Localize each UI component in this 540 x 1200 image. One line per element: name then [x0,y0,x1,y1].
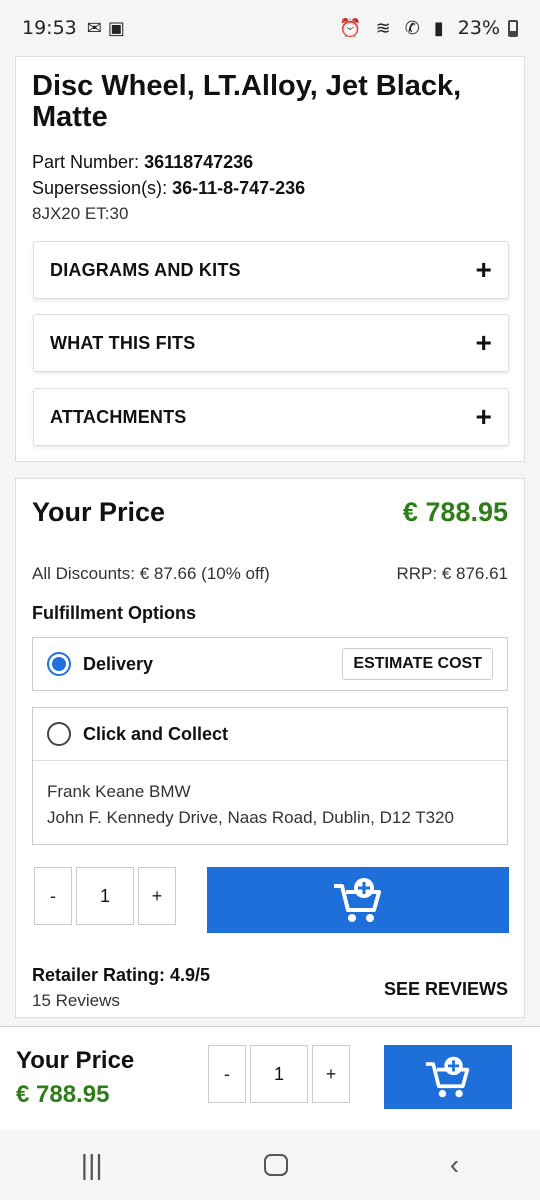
back-icon[interactable]: ‹ [450,1149,459,1181]
sticky-price-value: € 788.95 [16,1081,110,1108]
your-price-heading: Your Price [32,497,166,527]
estimate-cost-button[interactable]: ESTIMATE COST [342,648,493,680]
price-value: € 788.95 [402,497,508,527]
product-title: Disc Wheel, LT.Alloy, Jet Black, Matte [32,70,462,133]
delivery-label: Delivery [83,653,154,674]
retailer-rating: Retailer Rating: 4.9/5 [32,965,211,985]
part-number-label: Part Number [32,152,135,172]
plus-icon: + [475,254,492,285]
product-card: Disc Wheel, LT.Alloy, Jet Black, Matte P… [15,56,525,462]
sticky-quantity-stepper: - 1 + [208,1045,350,1103]
see-reviews-link[interactable]: SEE REVIEWS [384,979,508,1000]
dealer-info: Frank Keane BMW John F. Kennedy Drive, N… [33,760,507,844]
add-to-cart-icon [425,1056,470,1098]
battery-icon [508,19,518,37]
accordion-attachments[interactable]: ATTACHMENTS + [33,388,509,446]
signal-icon: ▮ [433,17,444,39]
reviews-count: 15 Reviews [32,991,120,1010]
sticky-increase-button[interactable]: + [312,1045,350,1103]
fulfillment-heading: Fulfillment Options [32,603,196,623]
accordion-what-this-fits[interactable]: WHAT THIS FITS + [33,314,509,372]
quantity-stepper: - 1 + [34,867,176,925]
dealer-name: Frank Keane BMW [47,782,191,801]
sticky-add-to-cart-button[interactable] [384,1045,512,1109]
click-collect-option[interactable]: Click and Collect Frank Keane BMW John F… [32,707,508,845]
wifi-icon: ≋ [375,17,391,39]
call-icon: ✆ [404,17,420,39]
recent-apps-icon[interactable]: ||| [81,1149,103,1181]
home-icon[interactable] [264,1154,289,1176]
battery-percent: 23% [457,17,500,39]
rrp-text: RRP: € 876.61 [396,564,508,583]
product-spec: 8JX20 ET:30 [32,204,129,223]
gallery-icon: ▣ [107,17,125,39]
add-to-cart-icon [334,878,381,922]
quantity-input[interactable]: 1 [76,867,134,925]
dealer-address: John F. Kennedy Drive, Naas Road, Dublin… [47,808,454,827]
price-card: Your Price € 788.95 All Discounts: € 87.… [15,478,525,1018]
delivery-option[interactable]: Delivery ESTIMATE COST [32,637,508,691]
decrease-quantity-button[interactable]: - [34,867,72,925]
plus-icon: + [475,401,492,432]
status-time: 19:53 [22,17,77,39]
increase-quantity-button[interactable]: + [138,867,176,925]
accordion-label: ATTACHMENTS [50,406,187,427]
add-to-cart-button[interactable] [207,867,509,933]
supersession-label: Supersession(s) [32,178,163,198]
accordion-label: DIAGRAMS AND KITS [50,259,241,280]
accordion-label: WHAT THIS FITS [50,332,196,353]
status-bar: 19:53 ✉ ▣ ⏰ ≋ ✆ ▮ 23% [0,0,540,56]
discounts-text: All Discounts: € 87.66 (10% off) [32,564,270,583]
gmail-icon: ✉ [86,17,102,39]
delivery-radio[interactable] [47,652,71,676]
sticky-quantity-input[interactable]: 1 [250,1045,308,1103]
plus-icon: + [475,327,492,358]
system-nav-bar: ||| ‹ [0,1130,540,1200]
product-meta: Part Number: 36118747236 Supersession(s)… [32,149,508,227]
part-number: 36118747236 [144,152,254,172]
click-collect-radio[interactable] [47,722,71,746]
sticky-price-bar: Your Price € 788.95 - 1 + [0,1026,540,1130]
supersession-value: 36-11-8-747-236 [172,178,306,198]
sticky-price-label: Your Price [16,1047,135,1074]
alarm-icon: ⏰ [339,17,362,39]
sticky-decrease-button[interactable]: - [208,1045,246,1103]
click-collect-label: Click and Collect [83,723,229,744]
accordion-diagrams-kits[interactable]: DIAGRAMS AND KITS + [33,241,509,299]
